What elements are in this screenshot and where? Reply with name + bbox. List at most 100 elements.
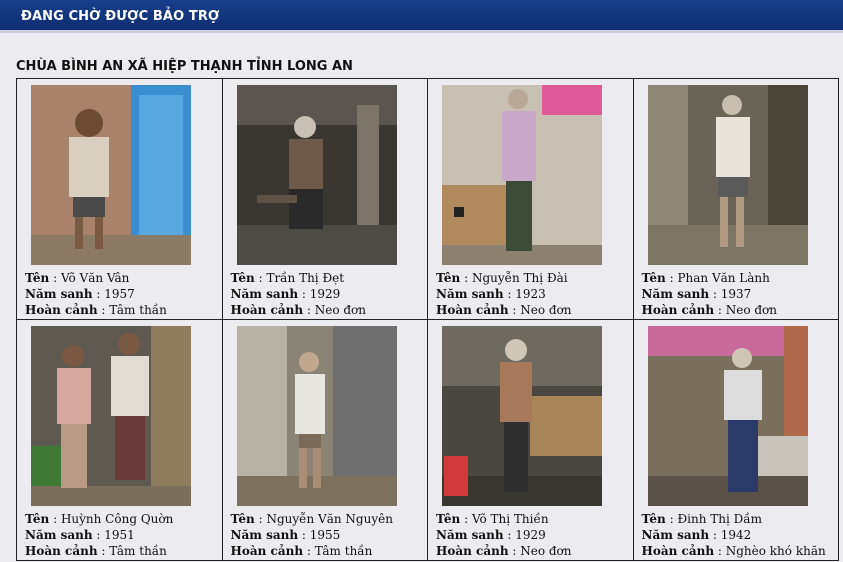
birth-year-line: Năm sanh : 1955	[230, 528, 341, 542]
person-situation: Neo đơn	[314, 303, 367, 317]
person-birth-year: 1942	[720, 528, 752, 542]
person-photo[interactable]	[236, 85, 397, 265]
person-birth-year: 1957	[104, 287, 135, 301]
name-label: Tên	[641, 512, 666, 526]
name-label: Tên	[230, 512, 255, 526]
situation-label: Hoàn cảnh	[436, 303, 509, 317]
name-line: Tên : Phan Văn Lành	[641, 271, 770, 285]
person-photo[interactable]	[31, 85, 191, 265]
person-birth-year: 1955	[309, 528, 341, 542]
birth-year-label: Năm sanh	[641, 287, 710, 301]
situation-label: Hoàn cảnh	[641, 544, 715, 558]
person-situation: Tâm thần	[109, 303, 167, 317]
birth-year-line: Năm sanh : 1957	[25, 287, 135, 301]
birth-year-label: Năm sanh	[230, 528, 299, 542]
birth-year-line: Năm sanh : 1942	[641, 528, 752, 542]
situation-line: Hoàn cảnh : Neo đơn	[436, 544, 572, 558]
person-birth-year: 1951	[104, 528, 135, 542]
name-label: Tên	[436, 271, 461, 285]
person-card[interactable]: Tên : Nguyễn Thị Đài Năm sanh : 1923 Hoà…	[427, 78, 634, 320]
page-header-bar: ĐANG CHỜ ĐƯỢC BẢO TRỢ	[0, 0, 843, 33]
name-line: Tên : Nguyễn Thị Đài	[436, 271, 568, 285]
page-header-title: ĐANG CHỜ ĐƯỢC BẢO TRỢ	[21, 9, 220, 24]
situation-label: Hoàn cảnh	[25, 544, 98, 558]
birth-year-label: Năm sanh	[436, 528, 504, 542]
person-info: Tên : Võ Thị Thiền Năm sanh : 1929 Hoàn …	[436, 511, 572, 559]
person-photo[interactable]	[647, 85, 808, 265]
situation-line: Hoàn cảnh : Tâm thần	[25, 303, 167, 317]
name-line: Tên : Huỳnh Công Quờn	[25, 512, 174, 526]
person-situation: Tâm thần	[109, 544, 167, 558]
name-label: Tên	[641, 271, 666, 285]
birth-year-label: Năm sanh	[230, 287, 299, 301]
person-situation: Nghèo khó khăn	[725, 544, 826, 558]
birth-year-line: Năm sanh : 1929	[230, 287, 341, 301]
name-label: Tên	[230, 271, 255, 285]
situation-label: Hoàn cảnh	[641, 303, 715, 317]
person-card[interactable]: Tên : Đinh Thị Dầm Năm sanh : 1942 Hoàn …	[632, 319, 839, 561]
person-birth-year: 1929	[309, 287, 341, 301]
grid-row: Tên : Võ Văn Vân Năm sanh : 1957 Hoàn cả…	[16, 78, 839, 320]
person-situation: Neo đơn	[520, 544, 572, 558]
person-name: Huỳnh Công Quờn	[60, 512, 174, 526]
person-card[interactable]: Tên : Nguyễn Văn Nguyên Năm sanh : 1955 …	[221, 319, 428, 561]
person-name: Võ Văn Vân	[60, 271, 130, 285]
person-card[interactable]: Tên : Phan Văn Lành Năm sanh : 1937 Hoàn…	[632, 78, 839, 320]
name-label: Tên	[436, 512, 461, 526]
person-info: Tên : Nguyễn Thị Đài Năm sanh : 1923 Hoà…	[436, 270, 572, 318]
situation-line: Hoàn cảnh : Tâm thần	[230, 544, 373, 558]
person-name: Võ Thị Thiền	[471, 512, 549, 526]
birth-year-line: Năm sanh : 1937	[641, 287, 752, 301]
person-name: Đinh Thị Dầm	[677, 512, 762, 526]
person-photo[interactable]	[31, 326, 191, 506]
person-info: Tên : Huỳnh Công Quờn Năm sanh : 1951 Ho…	[25, 511, 173, 559]
person-situation: Tâm thần	[314, 544, 373, 558]
birth-year-label: Năm sanh	[436, 287, 504, 301]
name-line: Tên : Trần Thị Đẹt	[230, 271, 345, 285]
person-card[interactable]: Tên : Võ Thị Thiền Năm sanh : 1929 Hoàn …	[427, 319, 634, 561]
section-title: CHÙA BÌNH AN XÃ HIỆP THẠNH TỈNH LONG AN	[16, 59, 353, 74]
situation-line: Hoàn cảnh : Neo đơn	[230, 303, 367, 317]
person-info: Tên : Đinh Thị Dầm Năm sanh : 1942 Hoàn …	[642, 511, 826, 559]
situation-line: Hoàn cảnh : Tâm thần	[25, 544, 167, 558]
situation-label: Hoàn cảnh	[25, 303, 98, 317]
birth-year-line: Năm sanh : 1929	[436, 528, 546, 542]
birth-year-line: Năm sanh : 1951	[25, 528, 135, 542]
situation-label: Hoàn cảnh	[230, 303, 304, 317]
name-line: Tên : Võ Văn Vân	[25, 271, 130, 285]
situation-line: Hoàn cảnh : Nghèo khó khăn	[641, 544, 826, 558]
person-photo[interactable]	[236, 326, 397, 506]
person-photo[interactable]	[442, 85, 602, 265]
person-info: Tên : Trần Thị Đẹt Năm sanh : 1929 Hoàn …	[231, 270, 367, 318]
name-line: Tên : Nguyễn Văn Nguyên	[230, 512, 393, 526]
person-situation: Neo đơn	[520, 303, 572, 317]
person-card[interactable]: Tên : Huỳnh Công Quờn Năm sanh : 1951 Ho…	[16, 319, 223, 561]
person-info: Tên : Võ Văn Vân Năm sanh : 1957 Hoàn cả…	[25, 270, 167, 318]
person-birth-year: 1923	[515, 287, 546, 301]
situation-label: Hoàn cảnh	[436, 544, 509, 558]
person-info: Tên : Phan Văn Lành Năm sanh : 1937 Hoàn…	[642, 270, 778, 318]
situation-line: Hoàn cảnh : Neo đơn	[641, 303, 778, 317]
name-line: Tên : Đinh Thị Dầm	[641, 512, 762, 526]
sponsorship-grid: Tên : Võ Văn Vân Năm sanh : 1957 Hoàn cả…	[16, 78, 839, 561]
birth-year-line: Năm sanh : 1923	[436, 287, 546, 301]
person-card[interactable]: Tên : Võ Văn Vân Năm sanh : 1957 Hoàn cả…	[16, 78, 223, 320]
person-name: Nguyễn Thị Đài	[471, 271, 568, 285]
person-card[interactable]: Tên : Trần Thị Đẹt Năm sanh : 1929 Hoàn …	[221, 78, 428, 320]
birth-year-label: Năm sanh	[641, 528, 710, 542]
person-birth-year: 1937	[720, 287, 752, 301]
birth-year-label: Năm sanh	[25, 287, 93, 301]
name-label: Tên	[25, 271, 50, 285]
person-photo[interactable]	[442, 326, 602, 506]
situation-line: Hoàn cảnh : Neo đơn	[436, 303, 572, 317]
person-name: Nguyễn Văn Nguyên	[266, 512, 393, 526]
person-situation: Neo đơn	[725, 303, 778, 317]
person-birth-year: 1929	[515, 528, 546, 542]
name-label: Tên	[25, 512, 50, 526]
person-name: Phan Văn Lành	[677, 271, 770, 285]
person-info: Tên : Nguyễn Văn Nguyên Năm sanh : 1955 …	[231, 511, 393, 559]
person-name: Trần Thị Đẹt	[266, 271, 345, 285]
person-photo[interactable]	[647, 326, 808, 506]
grid-row: Tên : Huỳnh Công Quờn Năm sanh : 1951 Ho…	[16, 319, 839, 561]
situation-label: Hoàn cảnh	[230, 544, 304, 558]
